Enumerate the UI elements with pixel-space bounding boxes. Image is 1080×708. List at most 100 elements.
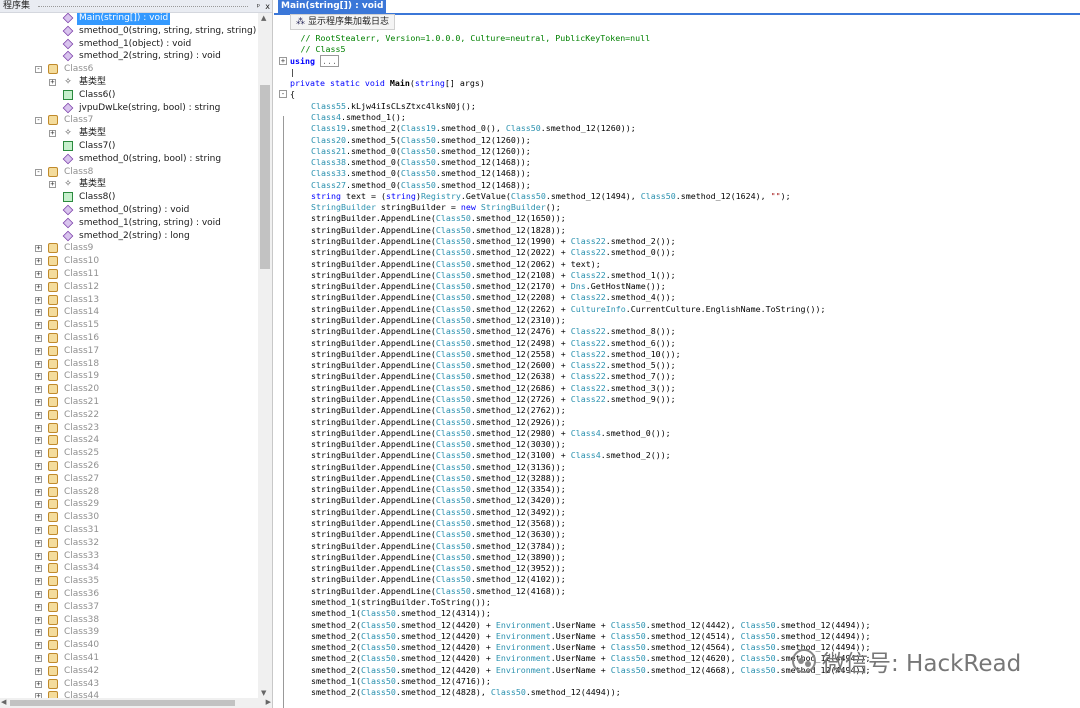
- expand-icon[interactable]: +: [49, 130, 56, 138]
- expand-icon[interactable]: +: [35, 373, 42, 381]
- expand-icon[interactable]: +: [35, 258, 42, 266]
- code-line[interactable]: stringBuilder.AppendLine(Class50.smethod…: [311, 417, 566, 428]
- code-line[interactable]: stringBuilder.AppendLine(Class50.smethod…: [311, 304, 826, 315]
- expand-icon[interactable]: +: [35, 667, 42, 675]
- collapse-icon[interactable]: -: [35, 66, 42, 74]
- expand-icon[interactable]: +: [35, 629, 42, 637]
- horizontal-scroll-thumb[interactable]: [10, 700, 235, 706]
- code-line[interactable]: stringBuilder.AppendLine(Class50.smethod…: [311, 507, 566, 518]
- vertical-scroll-thumb[interactable]: [260, 85, 270, 269]
- code-line[interactable]: smethod_2(Class50.smethod_12(4828), Clas…: [311, 687, 621, 698]
- code-line[interactable]: stringBuilder.AppendLine(Class50.smethod…: [311, 349, 681, 360]
- code-line[interactable]: smethod_1(stringBuilder.ToString());: [311, 597, 491, 608]
- show-load-log-button[interactable]: ⁂ 显示程序集加载日志: [290, 14, 396, 30]
- code-line[interactable]: smethod_2(Class50.smethod_12(4420) + Env…: [311, 631, 871, 642]
- code-line[interactable]: smethod_2(Class50.smethod_12(4420) + Env…: [311, 642, 871, 653]
- code-line[interactable]: Class21.smethod_0(Class50.smethod_12(126…: [311, 146, 531, 157]
- code-line[interactable]: stringBuilder.AppendLine(Class50.smethod…: [311, 563, 566, 574]
- code-line[interactable]: stringBuilder.AppendLine(Class50.smethod…: [311, 326, 676, 337]
- scroll-up-icon[interactable]: ▲: [261, 14, 266, 22]
- code-line[interactable]: stringBuilder.AppendLine(Class50.smethod…: [311, 541, 566, 552]
- expand-icon[interactable]: +: [35, 616, 42, 624]
- code-line[interactable]: smethod_2(Class50.smethod_12(4420) + Env…: [311, 653, 871, 664]
- expand-icon[interactable]: +: [35, 360, 42, 368]
- expand-icon[interactable]: +: [35, 424, 42, 432]
- code-line[interactable]: Class20.smethod_5(Class50.smethod_12(126…: [311, 135, 531, 146]
- code-line[interactable]: stringBuilder.AppendLine(Class50.smethod…: [311, 574, 566, 585]
- expand-icon[interactable]: +: [35, 463, 42, 470]
- fold-collapse-icon[interactable]: -: [279, 90, 287, 99]
- expand-icon[interactable]: +: [49, 181, 56, 189]
- expand-icon[interactable]: +: [35, 322, 42, 330]
- expand-icon[interactable]: +: [35, 296, 42, 304]
- code-line[interactable]: smethod_1(Class50.smethod_12(4314));: [311, 608, 491, 619]
- code-line[interactable]: stringBuilder.AppendLine(Class50.smethod…: [311, 428, 671, 439]
- expand-icon[interactable]: +: [35, 501, 42, 509]
- code-line[interactable]: stringBuilder.AppendLine(Class50.smethod…: [311, 292, 676, 303]
- code-line[interactable]: stringBuilder.AppendLine(Class50.smethod…: [311, 495, 566, 506]
- code-line[interactable]: stringBuilder.AppendLine(Class50.smethod…: [311, 518, 566, 529]
- code-line[interactable]: stringBuilder.AppendLine(Class50.smethod…: [311, 371, 676, 382]
- code-line[interactable]: stringBuilder.AppendLine(Class50.smethod…: [311, 315, 566, 326]
- expand-icon[interactable]: +: [35, 283, 42, 291]
- code-line[interactable]: stringBuilder.AppendLine(Class50.smethod…: [311, 281, 666, 292]
- scroll-left-icon[interactable]: ◀: [1, 698, 6, 706]
- code-line[interactable]: stringBuilder.AppendLine(Class50.smethod…: [311, 225, 566, 236]
- expand-icon[interactable]: +: [35, 552, 42, 560]
- code-line[interactable]: stringBuilder.AppendLine(Class50.smethod…: [311, 259, 601, 270]
- code-line[interactable]: // RootStealerr, Version=1.0.0.0, Cultur…: [301, 33, 651, 44]
- expand-icon[interactable]: +: [35, 488, 42, 496]
- code-line[interactable]: stringBuilder.AppendLine(Class50.smethod…: [311, 405, 566, 416]
- expand-icon[interactable]: +: [35, 603, 42, 611]
- code-line[interactable]: stringBuilder.AppendLine(Class50.smethod…: [311, 394, 676, 405]
- expand-icon[interactable]: +: [35, 399, 42, 406]
- code-line[interactable]: stringBuilder.AppendLine(Class50.smethod…: [311, 529, 566, 540]
- scroll-down-icon[interactable]: ▼: [261, 689, 266, 697]
- code-line[interactable]: stringBuilder.AppendLine(Class50.smethod…: [311, 247, 676, 258]
- code-line[interactable]: smethod_2(Class50.smethod_12(4420) + Env…: [311, 620, 871, 631]
- expand-icon[interactable]: +: [35, 245, 42, 253]
- code-line[interactable]: stringBuilder.AppendLine(Class50.smethod…: [311, 450, 671, 461]
- code-line[interactable]: stringBuilder.AppendLine(Class50.smethod…: [311, 484, 566, 495]
- expand-icon[interactable]: +: [35, 386, 42, 394]
- code-line[interactable]: stringBuilder.AppendLine(Class50.smethod…: [311, 213, 566, 224]
- tab-main-method[interactable]: Main(string[]) : void: [278, 0, 387, 13]
- collapse-icon[interactable]: -: [35, 117, 42, 125]
- expand-icon[interactable]: +: [35, 591, 42, 598]
- expand-icon[interactable]: +: [35, 680, 42, 688]
- code-line[interactable]: using ...: [290, 54, 339, 67]
- expand-icon[interactable]: +: [35, 514, 42, 522]
- code-line[interactable]: stringBuilder.AppendLine(Class50.smethod…: [311, 383, 676, 394]
- close-icon[interactable]: x: [265, 0, 270, 13]
- expand-icon[interactable]: +: [35, 565, 42, 573]
- expand-icon[interactable]: +: [35, 437, 42, 445]
- tree-horizontal-scrollbar[interactable]: ◀ ▶: [0, 698, 272, 708]
- expand-icon[interactable]: +: [35, 411, 42, 419]
- code-line[interactable]: smethod_2(Class50.smethod_12(4420) + Env…: [311, 665, 871, 676]
- code-line[interactable]: stringBuilder.AppendLine(Class50.smethod…: [311, 462, 566, 473]
- expand-icon[interactable]: +: [49, 79, 56, 86]
- expand-icon[interactable]: +: [35, 271, 42, 278]
- code-line[interactable]: string text = (string)Registry.GetValue(…: [311, 191, 791, 202]
- expand-icon[interactable]: +: [35, 335, 42, 342]
- code-line[interactable]: {: [290, 89, 295, 100]
- pin-icon[interactable]: ᵖ: [257, 0, 260, 13]
- code-line[interactable]: Class33.smethod_0(Class50.smethod_12(146…: [311, 168, 531, 179]
- code-line[interactable]: smethod_1(Class50.smethod_12(4716));: [311, 676, 491, 687]
- code-line[interactable]: Class27.smethod_0(Class50.smethod_12(146…: [311, 180, 531, 191]
- fold-expand-icon[interactable]: +: [279, 56, 287, 65]
- code-line[interactable]: stringBuilder.AppendLine(Class50.smethod…: [311, 236, 676, 247]
- code-line[interactable]: stringBuilder.AppendLine(Class50.smethod…: [311, 338, 676, 349]
- expand-icon[interactable]: +: [35, 347, 42, 355]
- expand-icon[interactable]: +: [35, 539, 42, 547]
- code-line[interactable]: stringBuilder.AppendLine(Class50.smethod…: [311, 270, 676, 281]
- tree-vertical-scrollbar[interactable]: ▲ ▼: [258, 13, 272, 698]
- expand-icon[interactable]: +: [35, 642, 42, 650]
- code-line[interactable]: Class55.kLjw4iIsCLsZtxc4lksN0j();: [311, 101, 476, 112]
- code-line[interactable]: Class38.smethod_0(Class50.smethod_12(146…: [311, 157, 531, 168]
- header-grip[interactable]: [38, 6, 248, 7]
- code-line[interactable]: stringBuilder.AppendLine(Class50.smethod…: [311, 552, 566, 563]
- code-view[interactable]: // RootStealerr, Version=1.0.0.0, Cultur…: [274, 31, 1080, 708]
- expand-icon[interactable]: +: [35, 475, 42, 483]
- expand-icon[interactable]: +: [35, 578, 42, 586]
